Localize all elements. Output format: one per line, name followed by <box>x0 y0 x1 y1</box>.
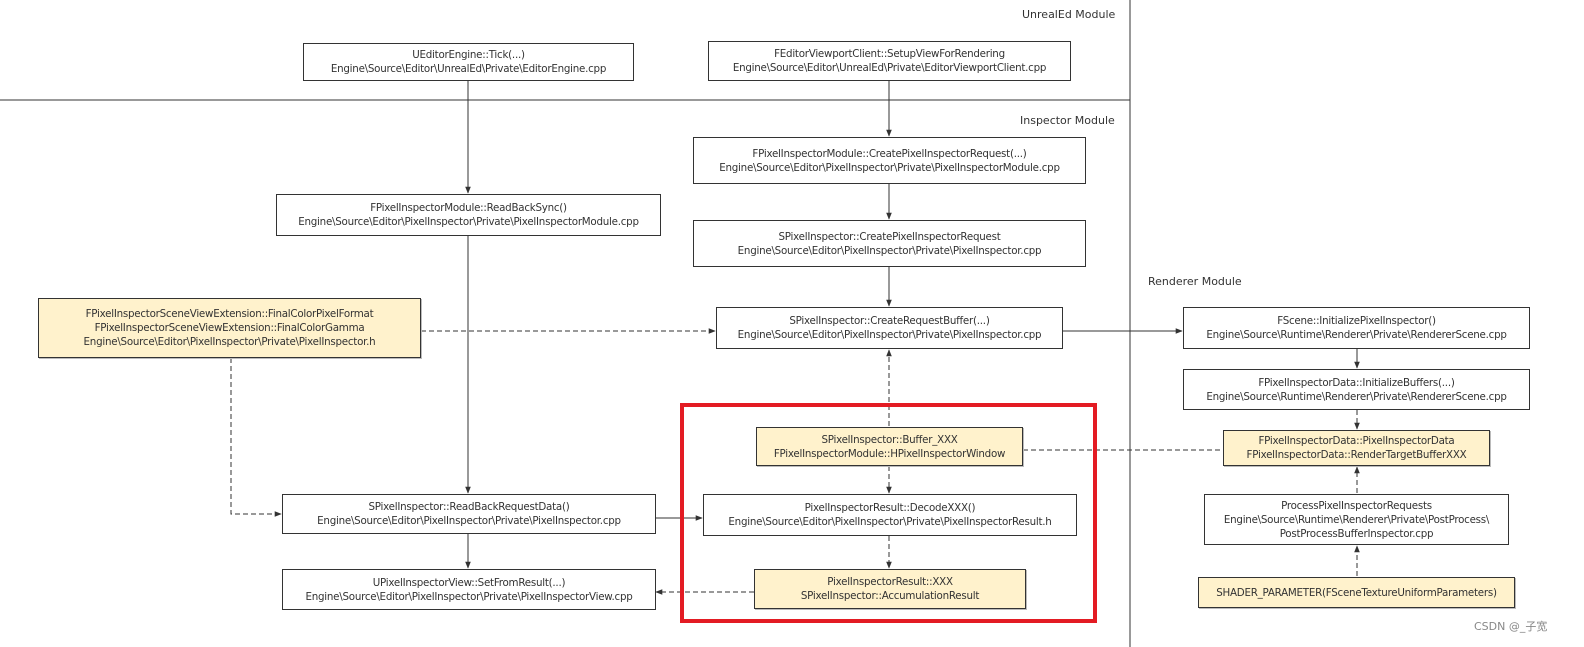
node-path: PostProcessBufferInspector.cpp <box>1279 527 1434 540</box>
node-path: Engine\Source\Editor\PixelInspector\Priv… <box>737 244 1042 257</box>
node-title: ProcessPixelInspectorRequests <box>1281 499 1432 512</box>
node-title: FPixelInspectorData::InitializeBuffers(.… <box>1258 376 1455 389</box>
module-label-renderer: Renderer Module <box>1148 275 1242 288</box>
node-viewport-setup[interactable]: FEditorViewportClient::SetupViewForRende… <box>708 41 1071 81</box>
node-title: FPixelInspectorData::PixelInspectorData <box>1258 435 1455 447</box>
node-title: FScene::InitializePixelInspector() <box>1277 315 1436 327</box>
node-set-from-result[interactable]: UPixelInspectorView::SetFromResult(...) … <box>282 569 656 610</box>
node-data-init-buffers[interactable]: FPixelInspectorData::InitializeBuffers(.… <box>1183 369 1530 410</box>
node-create-request-buffer[interactable]: SPixelInspector::CreateRequestBuffer(...… <box>716 307 1063 349</box>
node-path: Engine\Source\Editor\PixelInspector\Priv… <box>298 216 639 228</box>
node-title: SPixelInspector::CreatePixelInspectorReq… <box>778 230 1001 243</box>
node-path: Engine\Source\Editor\PixelInspector\Priv… <box>719 161 1060 174</box>
node-readback-request-data[interactable]: SPixelInspector::ReadBackRequestData() E… <box>282 494 656 534</box>
node-title: FPixelInspectorSceneViewExtension::Final… <box>94 322 365 334</box>
node-create-request-module[interactable]: FPixelInspectorModule::CreatePixelInspec… <box>693 137 1086 184</box>
node-inspector-data[interactable]: FPixelInspectorData::PixelInspectorData … <box>1223 430 1490 466</box>
node-shader-parameter[interactable]: SHADER_PARAMETER(FSceneTextureUniformPar… <box>1198 577 1515 608</box>
node-title: SPixelInspector::ReadBackRequestData() <box>368 501 570 513</box>
node-path: Engine\Source\Editor\PixelInspector\Priv… <box>317 515 621 527</box>
node-scene-view-extension[interactable]: FPixelInspectorSceneViewExtension::Final… <box>38 298 421 358</box>
node-title: UPixelInspectorView::SetFromResult(...) <box>372 576 566 589</box>
node-create-request-s[interactable]: SPixelInspector::CreatePixelInspectorReq… <box>693 220 1086 267</box>
node-title: SPixelInspector::CreateRequestBuffer(...… <box>789 315 990 327</box>
highlight-frame <box>680 403 1097 623</box>
node-title: FEditorViewportClient::SetupViewForRende… <box>774 48 1005 60</box>
node-editor-tick[interactable]: UEditorEngine::Tick(...) Engine\Source\E… <box>303 43 634 81</box>
node-title: FPixelInspectorModule::CreatePixelInspec… <box>752 147 1027 160</box>
node-path: Engine\Source\Runtime\Renderer\Private\R… <box>1206 390 1507 403</box>
module-label-unrealed: UnrealEd Module <box>1022 8 1116 21</box>
node-title: SHADER_PARAMETER(FSceneTextureUniformPar… <box>1216 586 1497 599</box>
edge-sceneviewext-to-readbackdata <box>230 358 282 517</box>
node-path: Engine\Source\Editor\PixelInspector\Priv… <box>83 336 376 348</box>
node-path: Engine\Source\Runtime\Renderer\Private\R… <box>1206 329 1507 341</box>
node-scene-init[interactable]: FScene::InitializePixelInspector() Engin… <box>1183 307 1530 349</box>
module-label-inspector: Inspector Module <box>1020 114 1115 127</box>
node-path: Engine\Source\Editor\PixelInspector\Priv… <box>305 590 633 603</box>
node-path: Engine\Source\Editor\UnrealEd\Private\Ed… <box>330 63 607 75</box>
watermark: CSDN @_子宽 <box>1474 620 1548 633</box>
node-path: Engine\Source\Editor\UnrealEd\Private\Ed… <box>732 62 1047 74</box>
node-process-requests[interactable]: ProcessPixelInspectorRequests Engine\Sou… <box>1204 494 1509 545</box>
node-path: Engine\Source\Runtime\Renderer\Private\P… <box>1223 513 1490 526</box>
node-readback-sync[interactable]: FPixelInspectorModule::ReadBackSync() En… <box>276 194 661 236</box>
node-title: FPixelInspectorSceneViewExtension::Final… <box>85 308 374 320</box>
node-title: FPixelInspectorData::RenderTargetBufferX… <box>1246 449 1467 461</box>
node-title: UEditorEngine::Tick(...) <box>412 49 525 61</box>
node-path: Engine\Source\Editor\PixelInspector\Priv… <box>737 329 1042 341</box>
node-title: FPixelInspectorModule::ReadBackSync() <box>370 202 567 214</box>
